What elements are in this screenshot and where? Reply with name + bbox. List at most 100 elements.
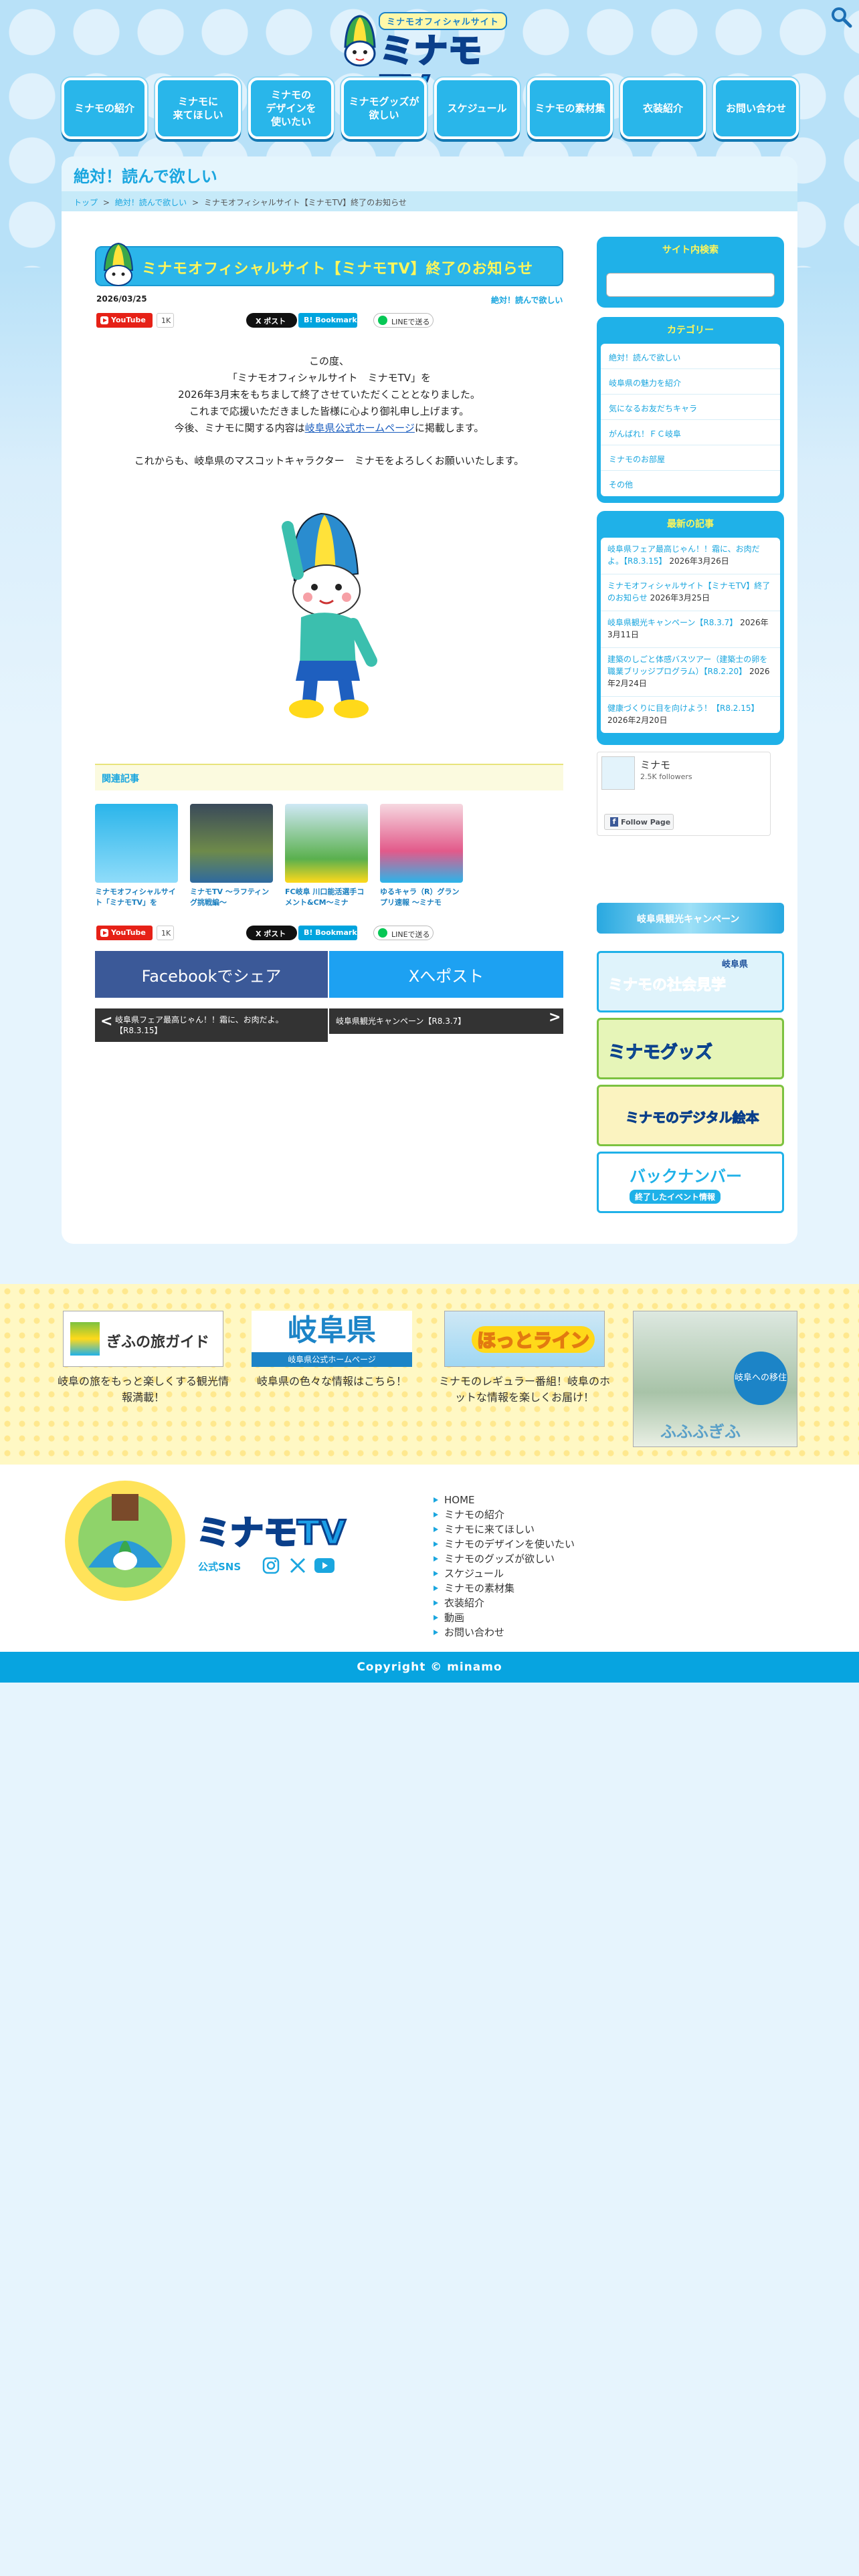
nav-design[interactable]: ミナモの デザインを 使いたい — [248, 78, 334, 139]
footer-link[interactable]: ミナモのグッズが欲しい — [432, 1551, 575, 1566]
related-card[interactable]: ゆるキャラ（R）グランプリ速報 ～ミナモ — [380, 804, 463, 911]
related-card[interactable]: FC岐阜 川口能活選手コメント&CM～ミナ — [285, 804, 368, 911]
footer-link[interactable]: ミナモに来てほしい — [432, 1522, 575, 1537]
category-item[interactable]: ミナモのお部屋 — [601, 445, 780, 471]
nav-schedule[interactable]: スケジュール — [434, 78, 520, 139]
youtube-button[interactable]: YouTube — [96, 926, 153, 940]
footer-link[interactable]: ミナモのデザインを使いたい — [432, 1537, 575, 1551]
partner-band: ぎふの旅ガイド 岐阜の旅をもっと楽しくする観光情報満載！ 岐阜県 岐阜県公式ホー… — [0, 1284, 859, 1465]
related-card[interactable]: ミナモオフィシャルサイト「ミナモTV」を — [95, 804, 178, 911]
banner-goods-text: ミナモグッズ — [607, 1043, 713, 1063]
nav-intro[interactable]: ミナモの紹介 — [62, 78, 147, 139]
news-item: 岐阜県観光キャンペーン【R8.3.7】 2026年3月11日 — [601, 611, 780, 648]
banner-backnumber-sub: 終了したイベント情報 — [630, 1190, 721, 1204]
related-title: ミナモTV ～ラフティング挑戦編～ — [190, 887, 270, 907]
facebook-page-name[interactable]: ミナモ — [640, 758, 670, 772]
footer-link[interactable]: ミナモの素材集 — [432, 1581, 575, 1596]
minamo-mascot-photo — [248, 500, 408, 728]
partner-fufufu-gifu[interactable]: 岐阜への移住 ふふふぎふ — [633, 1311, 797, 1447]
nav-goods[interactable]: ミナモグッズが 欲しい — [341, 78, 427, 139]
instagram-icon[interactable] — [262, 1557, 280, 1574]
related-thumb — [285, 804, 368, 883]
hatena-bookmark-button[interactable]: B! Bookmark — [298, 926, 357, 940]
related-thumb — [380, 804, 463, 883]
copyright: Copyright © minamo — [0, 1652, 859, 1683]
facebook-followers: 2.5K followers — [640, 772, 692, 781]
related-title: FC岐阜 川口能活選手コメント&CM～ミナ — [285, 887, 365, 907]
article-title-bar: ミナモオフィシャルサイト【ミナモTV】終了のお知らせ — [95, 242, 563, 286]
line-send-button[interactable]: LINEで送る — [373, 926, 434, 940]
breadcrumb-home[interactable]: トップ — [74, 198, 98, 207]
nav-invite[interactable]: ミナモに 来てほしい — [155, 78, 241, 139]
banner-backnumber[interactable]: バックナンバー 終了したイベント情報 — [597, 1152, 784, 1213]
footer-link[interactable]: スケジュール — [432, 1566, 575, 1581]
search-icon[interactable] — [830, 5, 854, 29]
banner-digital-book[interactable]: ミナモのデジタル絵本 — [597, 1085, 784, 1146]
prev-post-link[interactable]: < 岐阜県フェア最高じゃん！！霜に、お肉だよ。【R8.3.15】 — [95, 1008, 328, 1042]
related-card[interactable]: ミナモTV ～ラフティング挑戦編～ — [190, 804, 273, 911]
breadcrumb-category[interactable]: 絶対！読んで欲しい — [115, 198, 187, 207]
related-heading: 関連記事 — [95, 764, 563, 790]
category-box: カテゴリー 絶対！読んで欲しい 岐阜県の魅力を紹介 気になるお友だちキャラ がん… — [597, 317, 784, 503]
x-post-button[interactable]: X ポスト — [246, 313, 297, 328]
search-input[interactable] — [606, 273, 775, 297]
article-category-link[interactable]: 絶対！読んで欲しい — [491, 294, 563, 306]
news-title-link[interactable]: 健康づくりに目を向けよう！【R8.2.15】 — [607, 704, 759, 713]
category-item[interactable]: 絶対！読んで欲しい — [601, 344, 780, 369]
banner-social-study-pre: 岐阜県 — [722, 960, 749, 970]
youtube-button[interactable]: YouTube — [96, 313, 153, 328]
body-line: 2026年3月末をもちまして終了させていただくこととなりました。 — [178, 389, 480, 401]
nav-contact[interactable]: お問い合わせ — [713, 78, 799, 139]
footer-link[interactable]: お問い合わせ — [432, 1625, 575, 1640]
banner-backnumber-text: バックナンバー — [630, 1167, 742, 1186]
news-heading: 最新の記事 — [667, 519, 714, 530]
gifu-official-link[interactable]: 岐阜県公式ホームページ — [305, 422, 415, 434]
partner-logo-text: ふふふぎふ — [660, 1422, 741, 1441]
hatena-bookmark-button[interactable]: B! Bookmark — [298, 313, 357, 328]
line-send-button[interactable]: LINEで送る — [373, 313, 434, 328]
youtube-count: 1K — [157, 926, 174, 940]
nav-materials[interactable]: ミナモの素材集 — [527, 78, 613, 139]
next-post-link[interactable]: 岐阜県観光キャンペーン【R8.3.7】 > — [329, 1008, 563, 1034]
site-logo[interactable]: ミナモオフィシャルサイト ミナモTV — [340, 11, 515, 108]
page-title: 絶対！読んで欲しい — [74, 167, 217, 186]
footer-link[interactable]: HOME — [432, 1493, 575, 1507]
news-title-link[interactable]: 建築のしごと体感バスツアー（建築士の卵を職業ブリッジプログラム）【R8.2.20… — [607, 655, 767, 676]
related-title: ゆるキャラ（R）グランプリ速報 ～ミナモ — [380, 887, 460, 907]
footer-link[interactable]: 動画 — [432, 1610, 575, 1625]
campaign-banner[interactable]: 岐阜県観光キャンペーン — [597, 903, 784, 934]
footer-nav: HOME ミナモの紹介 ミナモに来てほしい ミナモのデザインを使いたい ミナモの… — [432, 1493, 575, 1640]
next-post-title: 岐阜県観光キャンペーン【R8.3.7】 — [336, 1016, 466, 1026]
category-item[interactable]: 気になるお友だちキャラ — [601, 395, 780, 420]
news-title-link[interactable]: 岐阜県観光キャンペーン【R8.3.7】 — [607, 618, 737, 627]
news-list: 岐阜県フェア最高じゃん！！霜に、お肉だよ。【R8.3.15】 2026年3月26… — [601, 538, 780, 733]
breadcrumb-current: ミナモオフィシャルサイト【ミナモTV】終了のお知らせ — [203, 198, 407, 207]
share-bar-top: YouTube 1K X ポスト B! Bookmark LINEで送る — [96, 313, 565, 329]
body-line-link: 今後、ミナモに関する内容は岐阜県公式ホームページに掲載します。 — [95, 420, 563, 437]
category-item[interactable]: その他 — [601, 471, 780, 496]
category-item[interactable]: がんばれ！ＦＣ岐阜 — [601, 420, 780, 445]
footer-logo-text: ミナモTV — [196, 1513, 347, 1553]
category-heading: カテゴリー — [667, 325, 714, 336]
x-share-button[interactable]: Xへポスト — [329, 951, 563, 998]
nav-costume[interactable]: 衣装紹介 — [620, 78, 706, 139]
share-bar-bottom: YouTube 1K X ポスト B! Bookmark LINEで送る — [96, 926, 565, 942]
partner-gifu-pref[interactable]: 岐阜県 岐阜県公式ホームページ — [252, 1311, 412, 1367]
banner-social-study[interactable]: 岐阜県 ミナモの社会見学 — [597, 951, 784, 1012]
body-line: 「ミナモオフィシャルサイト ミナモTV」を — [227, 372, 432, 384]
footer: ミナモTV 公式SNS HOME ミナモの紹介 ミナモに来てほしい ミナモのデザ… — [0, 1465, 859, 1652]
footer-link[interactable]: 衣装紹介 — [432, 1596, 575, 1610]
related-thumb — [190, 804, 273, 883]
partner-gifu-travel[interactable]: ぎふの旅ガイド — [63, 1311, 223, 1367]
footer-link[interactable]: ミナモの紹介 — [432, 1507, 575, 1522]
partner-hotline[interactable]: ほっとライン — [444, 1311, 605, 1367]
x-post-button[interactable]: X ポスト — [246, 926, 297, 940]
banner-goods[interactable]: ミナモグッズ — [597, 1018, 784, 1079]
facebook-share-button[interactable]: Facebookでシェア — [95, 951, 328, 998]
youtube-icon[interactable] — [314, 1558, 335, 1573]
related-thumb — [95, 804, 178, 883]
category-item[interactable]: 岐阜県の魅力を紹介 — [601, 369, 780, 395]
facebook-follow-button[interactable]: Follow Page — [604, 814, 674, 830]
x-icon[interactable] — [289, 1557, 306, 1574]
body-line: これからも、岐阜県のマスコットキャラクター ミナモをよろしくお願いいたします。 — [134, 455, 524, 467]
